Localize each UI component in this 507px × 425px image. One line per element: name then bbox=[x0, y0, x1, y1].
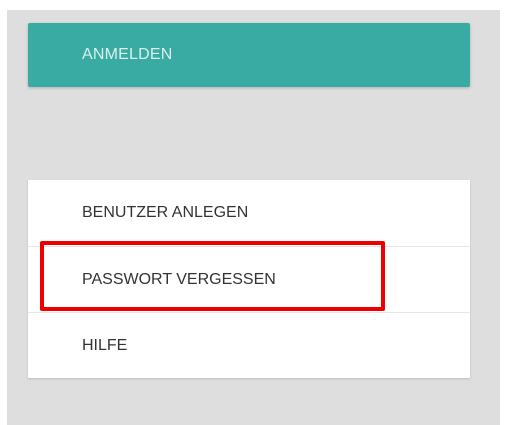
menu-item-create-user[interactable]: BENUTZER ANLEGEN bbox=[28, 180, 470, 246]
menu-item-label: PASSWORT VERGESSEN bbox=[82, 270, 276, 288]
login-button-label: ANMELDEN bbox=[82, 46, 173, 63]
login-button[interactable]: ANMELDEN bbox=[28, 23, 470, 87]
menu-item-label: HILFE bbox=[82, 336, 128, 354]
menu-item-help[interactable]: HILFE bbox=[28, 312, 470, 378]
menu-card: BENUTZER ANLEGEN PASSWORT VERGESSEN HILF… bbox=[28, 180, 470, 378]
menu-item-label: BENUTZER ANLEGEN bbox=[82, 204, 249, 221]
menu-item-forgot-password[interactable]: PASSWORT VERGESSEN bbox=[28, 246, 470, 312]
